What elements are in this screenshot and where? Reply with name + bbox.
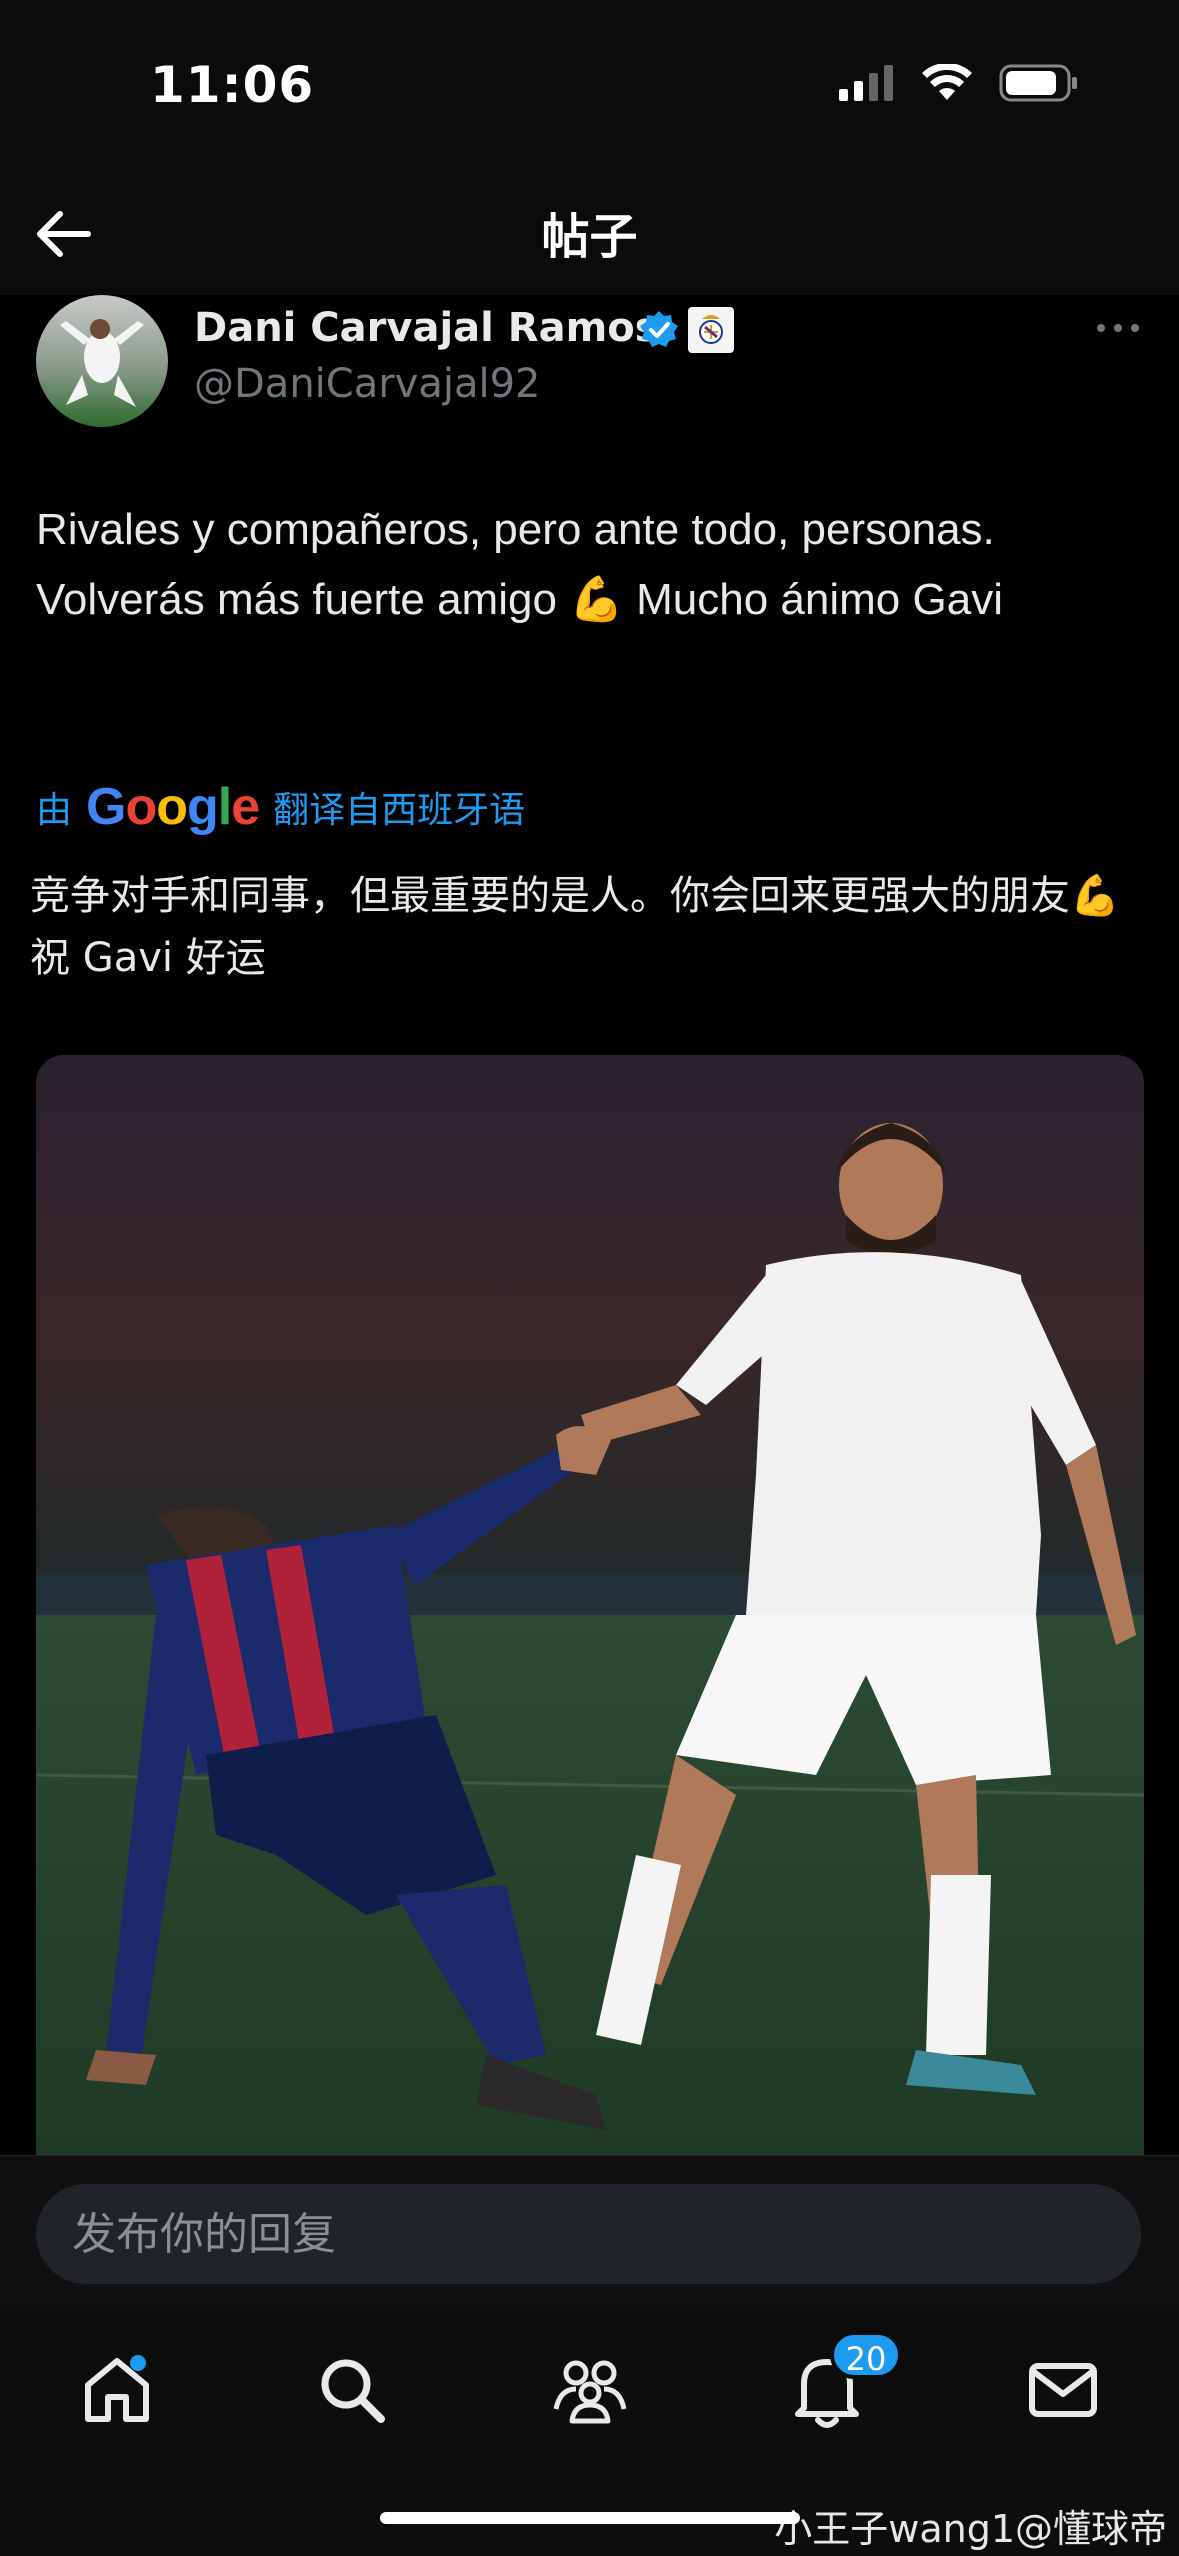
translation-prefix: 由 bbox=[36, 790, 73, 831]
translated-text: 竞争对手和同事，但最重要的是人。你会回来更强大的朋友💪祝 Gavi 好运 bbox=[30, 873, 1120, 981]
tab-communities[interactable] bbox=[545, 2345, 635, 2435]
home-indicator bbox=[380, 2512, 800, 2524]
search-icon bbox=[321, 2359, 385, 2423]
translation-attribution[interactable]: 由 Google 翻译自西班牙语 bbox=[36, 777, 525, 837]
notifications-badge: 20 bbox=[830, 2331, 902, 2379]
mail-icon bbox=[1029, 2363, 1097, 2417]
reply-input[interactable] bbox=[36, 2184, 1141, 2284]
google-logo: Google bbox=[86, 778, 260, 836]
battery-icon bbox=[999, 64, 1077, 102]
status-bar: 11:06 bbox=[0, 0, 1179, 175]
author-name[interactable]: Dani Carvajal Ramos bbox=[194, 305, 659, 351]
club-badge-icon bbox=[688, 307, 734, 353]
tab-messages[interactable] bbox=[1018, 2345, 1108, 2435]
communities-icon bbox=[553, 2360, 627, 2424]
reply-bar bbox=[0, 2155, 1179, 2306]
status-icons bbox=[839, 64, 1079, 102]
status-time: 11:06 bbox=[150, 56, 315, 114]
tab-home[interactable] bbox=[72, 2345, 162, 2435]
nav-bar: 帖子 bbox=[0, 175, 1179, 295]
tab-search[interactable] bbox=[307, 2345, 397, 2435]
more-icon[interactable] bbox=[1093, 313, 1143, 343]
watermark: 小王子wang1@懂球帝 bbox=[774, 2507, 1167, 2551]
post-detail: Dani Carvajal Ramos @DaniCarvajal92 Riva… bbox=[0, 295, 1179, 2155]
avatar[interactable] bbox=[36, 295, 168, 427]
home-notification-dot bbox=[130, 2355, 146, 2371]
author-handle[interactable]: @DaniCarvajal92 bbox=[194, 361, 540, 407]
translation-suffix: 翻译自西班牙语 bbox=[273, 790, 526, 831]
post-text: Rivales y compañeros, pero ante todo, pe… bbox=[36, 505, 1003, 624]
post-image[interactable] bbox=[36, 1055, 1144, 2155]
page-title: 帖子 bbox=[541, 209, 638, 265]
signal-icon bbox=[839, 65, 893, 101]
wifi-icon bbox=[922, 64, 972, 100]
verified-icon bbox=[640, 311, 678, 347]
